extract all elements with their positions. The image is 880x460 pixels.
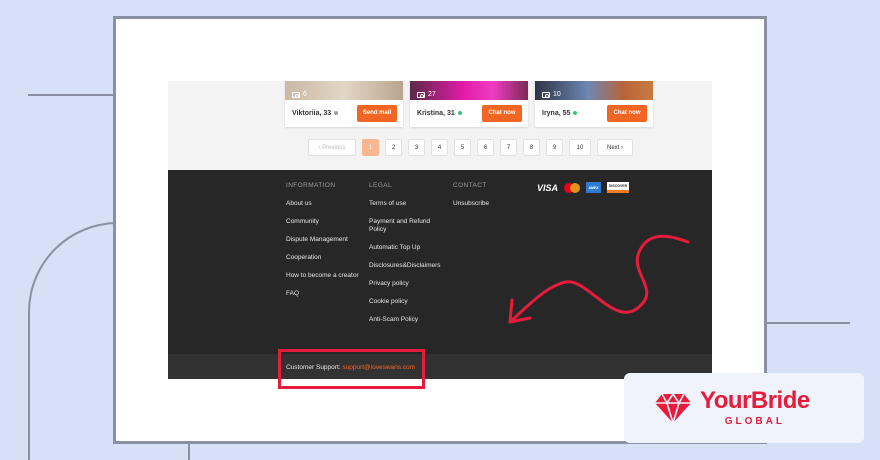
brand-name: YourBride [700, 387, 810, 414]
yourbride-logo: YourBride GLOBAL [624, 373, 864, 443]
brand-sub: GLOBAL [724, 416, 785, 427]
diamond-icon [655, 392, 691, 424]
